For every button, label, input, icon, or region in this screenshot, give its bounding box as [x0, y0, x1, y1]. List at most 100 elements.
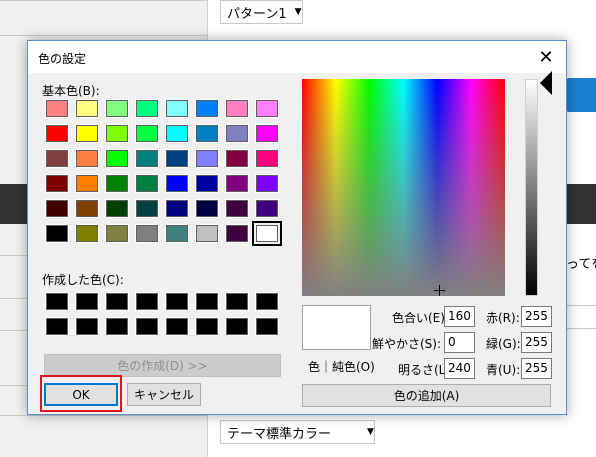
luminosity-pointer-icon[interactable]	[540, 71, 552, 95]
basic-color-swatch[interactable]	[225, 199, 249, 218]
basic-color-swatch[interactable]	[75, 199, 99, 218]
add-to-custom-colors-button[interactable]: 色の追加(A)	[302, 384, 551, 407]
background-side-text: ってを空	[566, 257, 596, 272]
custom-color-swatch[interactable]	[105, 292, 129, 311]
basic-color-swatch[interactable]	[105, 99, 129, 118]
custom-color-swatch[interactable]	[255, 292, 279, 311]
basic-color-swatch[interactable]	[45, 224, 69, 243]
custom-color-swatch[interactable]	[75, 317, 99, 336]
basic-color-swatch[interactable]	[135, 224, 159, 243]
theme-color-dropdown-value: テーマ標準カラー	[227, 426, 332, 442]
basic-color-swatch[interactable]	[225, 224, 249, 243]
basic-color-swatch[interactable]	[75, 224, 99, 243]
background-action-button[interactable]	[566, 78, 596, 112]
basic-color-swatch[interactable]	[105, 124, 129, 143]
dropdown-arrow-icon: ▼	[294, 7, 302, 17]
pattern-dropdown[interactable]: パターン1 ▼	[220, 0, 303, 24]
saturation-field[interactable]: 0	[444, 332, 475, 353]
basic-color-swatch[interactable]	[255, 199, 279, 218]
custom-color-swatch[interactable]	[195, 317, 219, 336]
custom-color-swatch[interactable]	[105, 317, 129, 336]
hue-value: 160	[448, 309, 471, 323]
dialog-titlebar: 色の設定 ✕	[28, 41, 566, 73]
basic-color-swatch[interactable]	[255, 99, 279, 118]
basic-color-swatch[interactable]	[135, 124, 159, 143]
basic-color-swatch[interactable]	[105, 174, 129, 193]
add-to-custom-colors-label: 色の追加(A)	[393, 389, 460, 403]
color-dialog: 色の設定 ✕ 基本色(B): 作成した色(C): 色の作成(D) >> OK キ…	[27, 40, 567, 415]
background-input-field[interactable]	[566, 305, 596, 329]
basic-color-swatch[interactable]	[75, 149, 99, 168]
basic-color-swatch[interactable]	[255, 174, 279, 193]
basic-color-swatch[interactable]	[225, 124, 249, 143]
dialog-title: 色の設定	[38, 52, 87, 66]
basic-colors-label: 基本色(B):	[42, 84, 100, 98]
basic-color-swatch[interactable]	[105, 224, 129, 243]
cancel-button[interactable]: キャンセル	[127, 383, 201, 406]
red-label: 赤(R):	[486, 311, 520, 325]
define-custom-colors-label: 色の作成(D) >>	[117, 359, 208, 373]
basic-color-swatch[interactable]	[165, 224, 189, 243]
crosshair-icon[interactable]	[434, 285, 445, 296]
custom-color-swatch[interactable]	[195, 292, 219, 311]
close-button[interactable]: ✕	[526, 41, 566, 73]
luminosity-slider[interactable]	[525, 79, 538, 296]
green-label: 緑(G):	[486, 337, 521, 351]
basic-color-swatch[interactable]	[165, 124, 189, 143]
basic-color-swatch[interactable]	[105, 199, 129, 218]
basic-color-swatch[interactable]	[195, 224, 219, 243]
ok-button-label: OK	[72, 387, 90, 402]
sidebar-row-divider	[0, 415, 207, 416]
custom-color-swatch[interactable]	[165, 292, 189, 311]
red-field[interactable]: 255	[521, 306, 552, 327]
basic-color-swatch[interactable]	[195, 124, 219, 143]
basic-color-swatch[interactable]	[195, 199, 219, 218]
basic-color-swatch[interactable]	[135, 199, 159, 218]
basic-color-swatch[interactable]	[45, 124, 69, 143]
basic-color-swatch[interactable]	[45, 149, 69, 168]
custom-color-swatch[interactable]	[255, 317, 279, 336]
basic-color-swatch[interactable]	[225, 149, 249, 168]
basic-color-swatch[interactable]	[135, 149, 159, 168]
custom-color-swatch[interactable]	[225, 317, 249, 336]
basic-color-swatch[interactable]	[105, 149, 129, 168]
basic-color-swatch[interactable]	[195, 149, 219, 168]
color-solid-label: 色｜純色(O)	[308, 360, 375, 374]
basic-color-swatch[interactable]	[252, 221, 282, 246]
blue-value: 255	[525, 361, 548, 375]
custom-color-swatch[interactable]	[75, 292, 99, 311]
color-spectrum[interactable]	[302, 79, 505, 296]
basic-color-swatch[interactable]	[75, 124, 99, 143]
basic-color-swatch[interactable]	[165, 149, 189, 168]
custom-color-swatch[interactable]	[45, 317, 69, 336]
blue-field[interactable]: 255	[521, 358, 552, 379]
basic-color-swatch[interactable]	[135, 174, 159, 193]
custom-color-swatch[interactable]	[225, 292, 249, 311]
saturation-value: 0	[448, 335, 456, 349]
define-custom-colors-button[interactable]: 色の作成(D) >>	[44, 354, 281, 377]
basic-color-swatch[interactable]	[75, 174, 99, 193]
custom-color-swatch[interactable]	[165, 317, 189, 336]
basic-color-swatch[interactable]	[75, 99, 99, 118]
basic-color-swatch[interactable]	[195, 174, 219, 193]
basic-color-swatch[interactable]	[135, 99, 159, 118]
basic-color-swatch[interactable]	[225, 99, 249, 118]
custom-color-swatch[interactable]	[45, 292, 69, 311]
basic-color-swatch[interactable]	[255, 124, 279, 143]
basic-color-swatch[interactable]	[165, 99, 189, 118]
basic-color-swatch[interactable]	[195, 99, 219, 118]
green-field[interactable]: 255	[521, 332, 552, 353]
basic-color-swatch[interactable]	[225, 174, 249, 193]
custom-color-swatch[interactable]	[135, 292, 159, 311]
theme-color-dropdown[interactable]: テーマ標準カラー ▼	[220, 420, 375, 444]
basic-color-swatch[interactable]	[45, 174, 69, 193]
basic-color-swatch[interactable]	[45, 199, 69, 218]
basic-color-swatch[interactable]	[165, 199, 189, 218]
custom-color-swatch[interactable]	[135, 317, 159, 336]
ok-button[interactable]: OK	[44, 383, 118, 406]
basic-color-swatch[interactable]	[255, 149, 279, 168]
hue-field[interactable]: 160	[444, 306, 475, 327]
luminosity-field[interactable]: 240	[444, 358, 475, 379]
basic-color-swatch[interactable]	[165, 174, 189, 193]
basic-color-swatch[interactable]	[45, 99, 69, 118]
